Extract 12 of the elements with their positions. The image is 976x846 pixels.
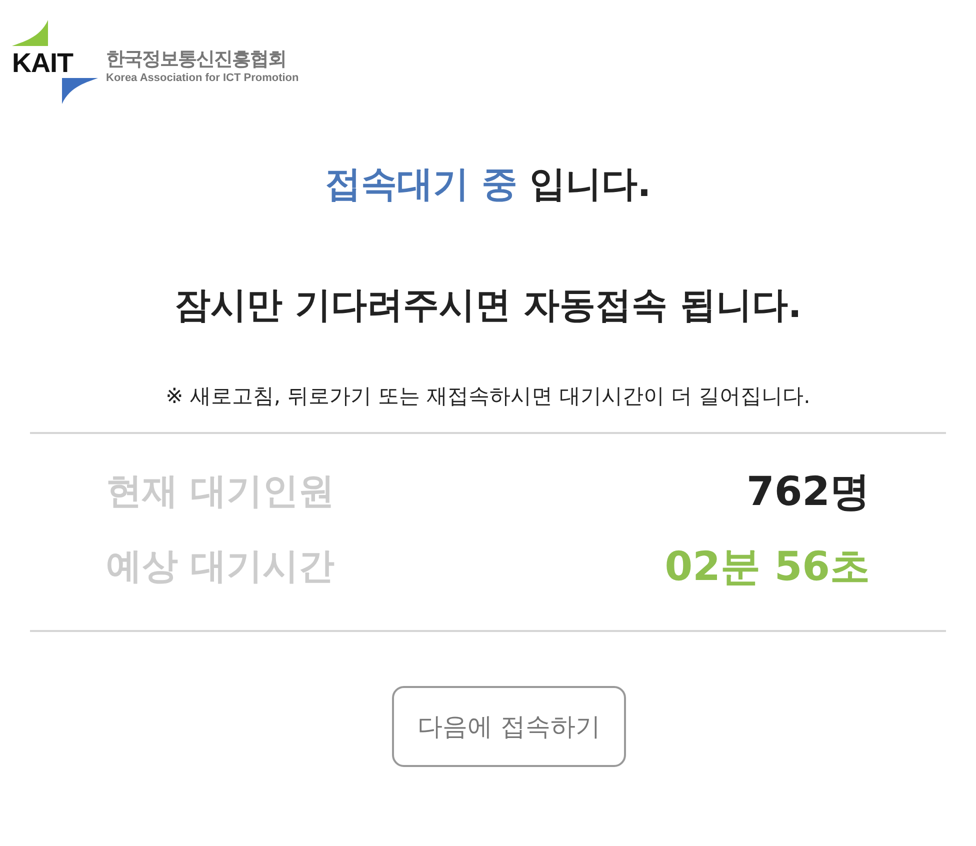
later-button[interactable]: 다음에 접속하기 [392, 686, 626, 767]
logo-mark: KAIT [12, 48, 73, 79]
logo-swoosh-icon [12, 20, 48, 46]
logo-subtitle: Korea Association for ICT Promotion [106, 72, 299, 84]
subheading: 잠시만 기다려주시면 자동접속 됩니다. [173, 284, 803, 328]
status-text: 입니다. [529, 163, 652, 207]
notice-text: ※ 새로고침, 뒤로가기 또는 재접속하시면 대기시간이 더 길어집니다. [164, 383, 812, 410]
logo-swoosh-icon [62, 78, 98, 104]
stat-value: 762명 [746, 468, 870, 517]
logo-name: 한국정보통신진흥협회 [106, 47, 287, 72]
stat-value: 02분 56초 [664, 543, 870, 592]
status-highlight: 접속대기 중 [324, 163, 518, 207]
